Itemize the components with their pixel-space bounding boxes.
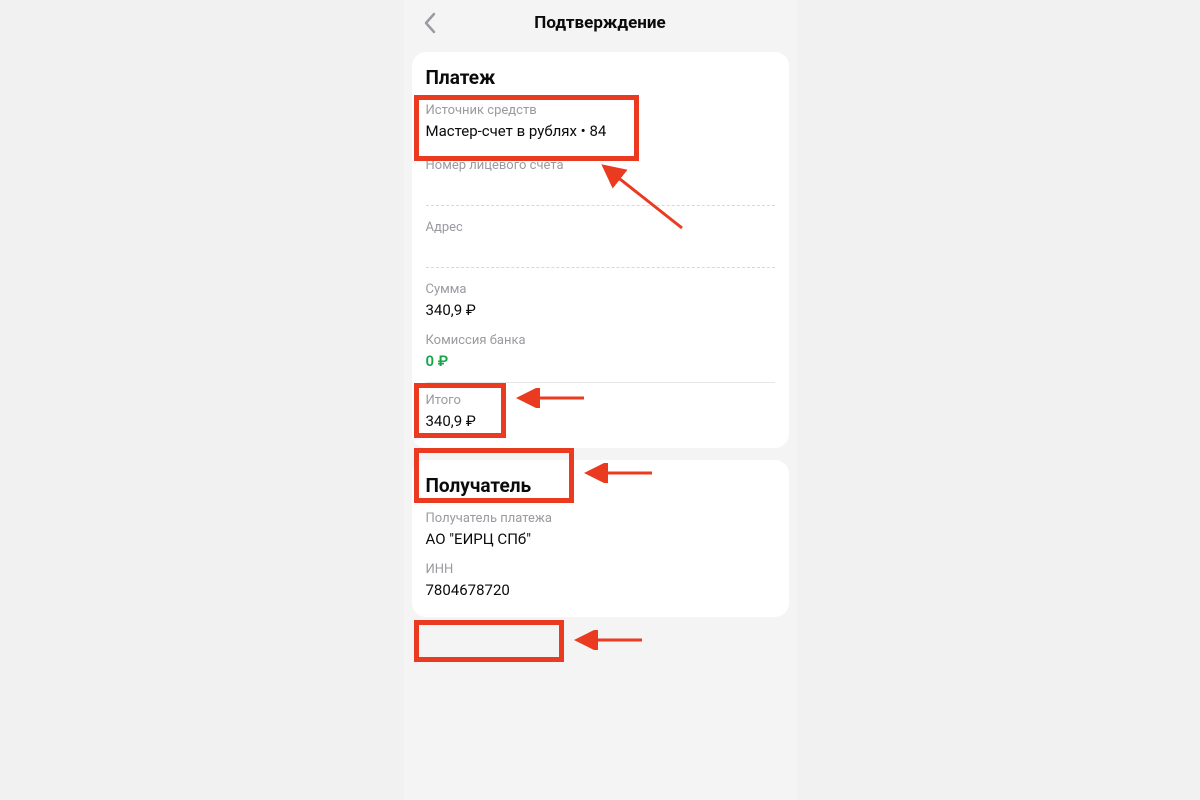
field-source: Источник средств Мастер-счет в рублях • …: [426, 103, 775, 140]
divider-dashed: [426, 205, 775, 206]
inn-value: 7804678720: [426, 581, 775, 599]
payee-label: Получатель платежа: [426, 511, 775, 526]
total-value: 340,9 ₽: [426, 412, 775, 430]
field-amount: Сумма 340,9 ₽: [426, 282, 775, 319]
address-label: Адрес: [426, 220, 775, 235]
source-label: Источник средств: [426, 103, 775, 118]
divider-dashed-2: [426, 267, 775, 268]
back-button[interactable]: [418, 11, 442, 35]
page-title: Подтверждение: [534, 13, 665, 33]
chevron-left-icon: [423, 12, 437, 34]
payee-value: АО "ЕИРЦ СПб": [426, 530, 775, 548]
amount-label: Сумма: [426, 282, 775, 297]
header: Подтверждение: [404, 0, 797, 46]
field-payee: Получатель платежа АО "ЕИРЦ СПб": [426, 511, 775, 548]
field-inn: ИНН 7804678720: [426, 562, 775, 599]
address-value: [426, 239, 775, 257]
annotation-box-recipient: [414, 620, 564, 662]
field-account: Номер лицевого счета: [426, 158, 775, 195]
field-commission: Комиссия банка 0 ₽: [426, 333, 775, 370]
total-label: Итого: [426, 393, 775, 408]
divider-solid: [426, 382, 775, 383]
amount-value: 340,9 ₽: [426, 301, 775, 319]
recipient-section-title: Получатель: [426, 474, 775, 497]
inn-label: ИНН: [426, 562, 775, 577]
app-screen: Подтверждение Платеж Источник средств Ма…: [404, 0, 797, 800]
recipient-card: Получатель Получатель платежа АО "ЕИРЦ С…: [412, 460, 789, 617]
commission-value: 0 ₽: [426, 352, 775, 370]
account-label: Номер лицевого счета: [426, 158, 775, 173]
field-total: Итого 340,9 ₽: [426, 393, 775, 430]
commission-label: Комиссия банка: [426, 333, 775, 348]
annotation-arrow-recipient: [574, 630, 649, 650]
account-value: [426, 177, 775, 195]
field-address: Адрес: [426, 220, 775, 257]
payment-section-title: Платеж: [426, 66, 775, 89]
payment-card: Платеж Источник средств Мастер-счет в ру…: [412, 52, 789, 448]
source-value: Мастер-счет в рублях • 84: [426, 122, 775, 140]
